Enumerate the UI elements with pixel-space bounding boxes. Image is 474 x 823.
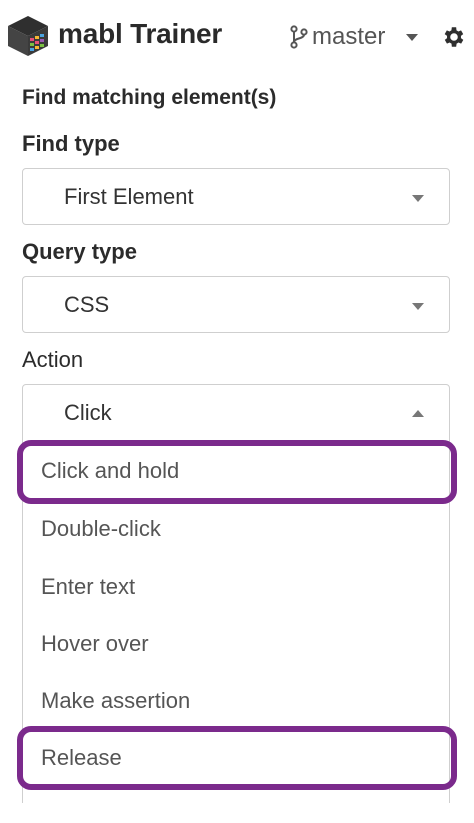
app-title: mabl Trainer (58, 18, 223, 49)
chevron-down-icon (412, 195, 424, 202)
option-click-and-hold[interactable]: Click and hold (41, 458, 179, 484)
find-type-value: First Element (64, 184, 194, 209)
action-label: Action (22, 347, 84, 372)
query-type-value: CSS (64, 292, 110, 317)
query-type-select[interactable]: CSS (22, 276, 450, 333)
find-type-select[interactable]: First Element (22, 168, 450, 225)
mabl-logo-icon (8, 16, 48, 56)
branch-selector[interactable]: master (290, 22, 419, 52)
query-type-label: Query type (22, 239, 137, 264)
git-branch-icon (290, 25, 308, 49)
chevron-down-icon (406, 34, 419, 41)
action-value: Click (64, 400, 112, 425)
option-hover-over[interactable]: Hover over (41, 631, 149, 657)
find-type-label: Find type (22, 131, 120, 156)
option-double-click[interactable]: Double-click (41, 516, 161, 542)
app-header: mabl Trainer master (0, 0, 474, 76)
action-options-list: Click and hold Double-click Enter text H… (22, 440, 450, 803)
branch-name: master (312, 23, 386, 50)
option-enter-text[interactable]: Enter text (41, 574, 135, 600)
gear-icon[interactable] (441, 24, 467, 50)
chevron-up-icon (412, 410, 424, 417)
section-heading: Find matching element(s) (22, 86, 277, 109)
option-release[interactable]: Release (41, 745, 122, 771)
chevron-down-icon (412, 303, 424, 310)
action-select[interactable]: Click (22, 384, 450, 441)
option-make-assertion[interactable]: Make assertion (41, 688, 190, 714)
